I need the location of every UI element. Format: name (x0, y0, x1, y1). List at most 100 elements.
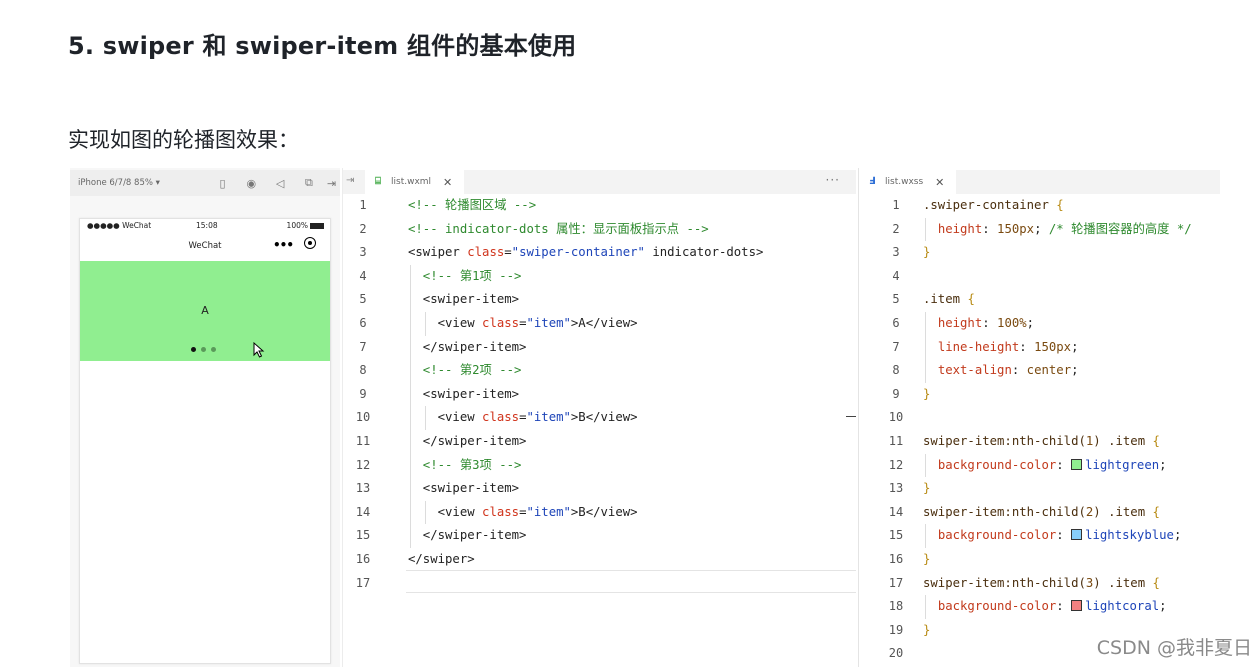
line-number: 20 (888, 646, 904, 661)
code-line[interactable]: 4 <!-- 第1项 --> (343, 264, 856, 289)
line-number: 8 (892, 363, 900, 378)
code-text: </swiper-item> (408, 433, 527, 448)
close-icon[interactable]: ✕ (443, 176, 452, 189)
line-number: 13 (888, 481, 904, 496)
code-text: } (923, 551, 931, 566)
swiper-carousel[interactable]: A (80, 261, 330, 361)
status-bar: ●●●●● WeChat 15:08 100% (80, 219, 330, 233)
code-line[interactable]: 14 <view class="item">B</view> (343, 500, 856, 525)
code-line[interactable]: 14 swiper-item:nth-child(2) .item { (859, 501, 1220, 525)
indicator-dot[interactable] (211, 347, 216, 352)
wxml-code-area[interactable]: 1 <!-- 轮播图区域 --> 2 <!-- indicator-dots 属性：显… (343, 194, 856, 595)
code-text: </swiper> (408, 551, 475, 566)
record-icon[interactable]: ◉ (237, 177, 266, 190)
split-icon[interactable]: ⇥ (323, 177, 340, 190)
code-line[interactable]: 18 background-color: lightcoral; (859, 595, 1220, 619)
code-line[interactable]: 2 <!-- indicator-dots 属性：显示面板指示点 --> (343, 218, 856, 242)
code-line[interactable]: 12 background-color: lightgreen; (859, 453, 1220, 478)
code-line[interactable]: 8 text-align: center; (859, 359, 1220, 383)
color-swatch[interactable] (1071, 529, 1083, 541)
code-text: .swiper-container { (923, 198, 1064, 212)
code-line[interactable]: 13} (859, 477, 1220, 501)
current-line-highlight (406, 570, 856, 593)
indicator-dot[interactable] (201, 347, 206, 352)
code-line[interactable]: 1 <!-- 轮播图区域 --> (343, 194, 856, 218)
line-number: 3 (892, 245, 900, 260)
indent-guide (410, 288, 411, 312)
code-line[interactable]: 10 <view class="item">B</view> (343, 406, 856, 430)
code-line[interactable]: 16 </swiper> (343, 548, 856, 572)
line-number: 2 (892, 221, 900, 236)
volume-icon[interactable]: ◁ (266, 177, 295, 190)
code-line[interactable]: 16} (859, 548, 1220, 572)
wxss-file-icon: Ⅎ (869, 176, 876, 187)
indent-guide (925, 595, 926, 619)
code-line[interactable]: 5 .item { (859, 288, 1220, 312)
split-editor-icon[interactable]: ⇥ (346, 175, 354, 186)
line-number: 12 (888, 457, 904, 472)
code-line[interactable]: 9} (859, 383, 1220, 407)
code-line[interactable]: 9 <swiper-item> (343, 382, 856, 407)
code-line[interactable]: 6 height: 100%; (859, 311, 1220, 336)
window-icon[interactable]: ⧉ (294, 176, 323, 190)
indicator-dot[interactable] (191, 347, 196, 352)
line-number: 14 (355, 504, 371, 519)
indent-guide (410, 264, 411, 289)
close-icon[interactable]: ✕ (935, 176, 944, 189)
indent-guide (925, 359, 926, 383)
code-line[interactable]: 3 <swiper class="swiper-container" indica… (343, 241, 856, 265)
code-line[interactable]: 2 height: 150px; /* 轮播图容器的高度 */ (859, 217, 1220, 242)
wxss-code-area[interactable]: 1 .swiper-container {2 height: 150px; /* … (859, 194, 1220, 666)
target-icon[interactable] (304, 237, 316, 249)
tab-list-wxml[interactable]: ⌸ list.wxml ✕ (365, 170, 465, 194)
code-line[interactable]: 4 (859, 265, 1220, 289)
line-number: 9 (892, 386, 900, 401)
fold-marker (846, 416, 856, 417)
color-swatch[interactable] (1071, 600, 1083, 612)
line-number: 2 (359, 221, 367, 236)
indent-guide (410, 524, 411, 548)
indent-guide (925, 453, 926, 478)
code-line[interactable]: 12 <!-- 第3项 --> (343, 453, 856, 478)
code-line[interactable]: 7 </swiper-item> (343, 335, 856, 360)
code-line[interactable]: 5 <swiper-item> (343, 288, 856, 312)
code-text: .item { (923, 292, 975, 307)
code-line[interactable]: 13 <swiper-item> (343, 477, 856, 501)
line-number: 5 (892, 292, 900, 307)
wxss-tabbar: Ⅎ list.wxss ✕ (859, 170, 1220, 194)
line-number: 13 (355, 481, 371, 496)
indent-guide (410, 311, 411, 336)
device-selector[interactable]: iPhone 6/7/8 85% ▾ (78, 178, 208, 188)
code-line[interactable]: 15 background-color: lightskyblue; (859, 524, 1220, 548)
wxss-editor[interactable]: Ⅎ list.wxss ✕ 1 .swiper-container {2 heig… (858, 168, 1220, 667)
code-line[interactable]: 11 swiper-item:nth-child(1) .item { (859, 430, 1220, 454)
code-text: <view class="item">A</view> (408, 315, 638, 330)
color-swatch[interactable] (1071, 458, 1083, 470)
phone-icon[interactable]: ▯ (208, 177, 237, 190)
code-text: line-height: 150px; (937, 339, 1079, 354)
code-line[interactable]: 10 (859, 406, 1220, 430)
code-line[interactable]: 3} (859, 241, 1220, 265)
code-text: <swiper class="swiper-container" indicat… (408, 245, 764, 260)
indent-guide (925, 311, 926, 336)
tab-list-wxss[interactable]: Ⅎ list.wxss ✕ (859, 170, 957, 194)
status-time: 15:08 (196, 221, 218, 230)
line-number: 19 (888, 622, 904, 637)
code-line[interactable]: 15 </swiper-item> (343, 524, 856, 548)
code-line[interactable]: 1 .swiper-container { (859, 194, 1220, 218)
line-number: 11 (355, 433, 371, 448)
indent-guide (925, 335, 926, 360)
simulator-panel: iPhone 6/7/8 85% ▾ ▯ ◉ ◁ ⧉ ⇥ ●●●●● WeCha… (70, 168, 340, 667)
code-line[interactable]: 17 swiper-item:nth-child(3) .item { (859, 572, 1220, 596)
code-text: <swiper-item> (408, 481, 520, 496)
battery-indicator: 100% (287, 221, 324, 230)
ellipsis-icon[interactable]: ··· (826, 173, 840, 187)
line-number: 14 (888, 504, 904, 519)
code-line[interactable]: 7 line-height: 150px; (859, 335, 1220, 360)
code-line[interactable]: 8 <!-- 第2项 --> (343, 359, 856, 383)
line-number: 18 (888, 599, 904, 614)
more-icon[interactable]: ••• (273, 238, 294, 252)
code-text: text-align: center; (937, 363, 1079, 378)
code-line[interactable]: 6 <view class="item">A</view> (343, 311, 856, 336)
code-line[interactable]: 11 </swiper-item> (343, 429, 856, 454)
